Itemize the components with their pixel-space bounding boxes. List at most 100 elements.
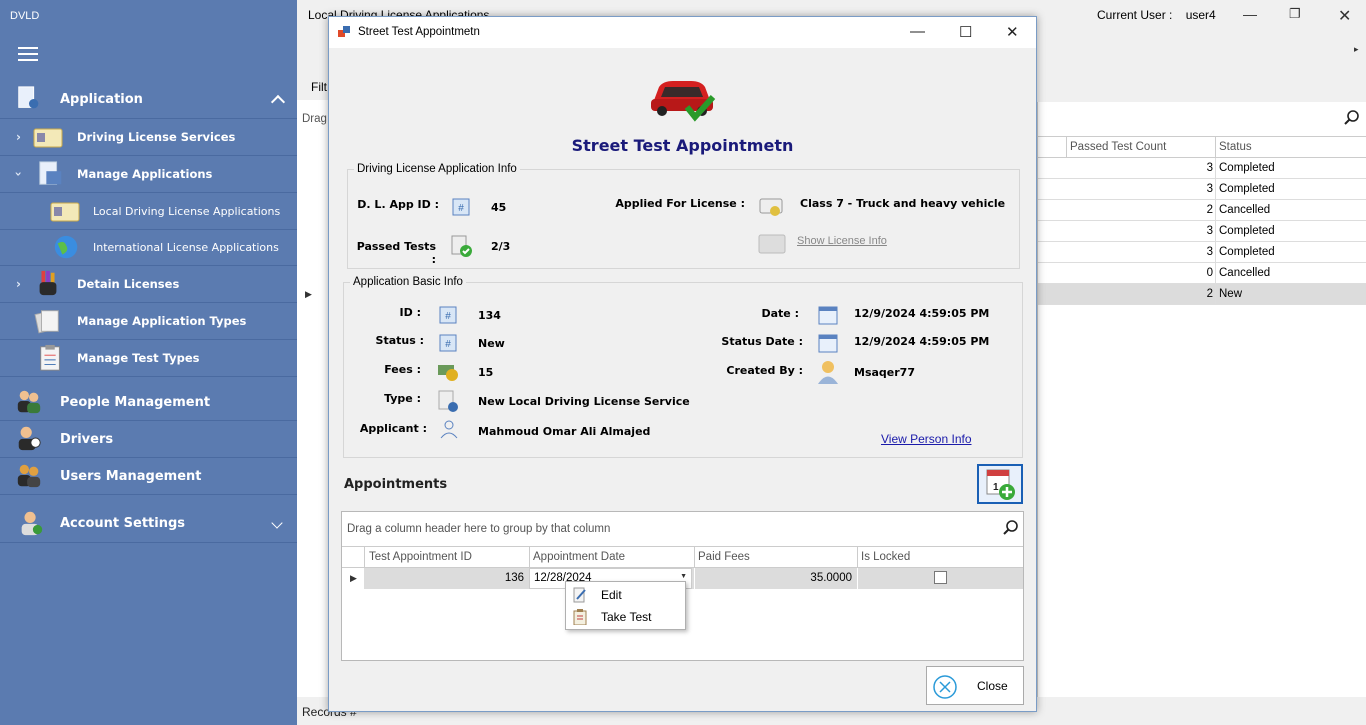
sidebar-item-local-driving-license-applications[interactable]: Local Driving License Applications (0, 193, 297, 230)
type-value: New Local Driving License Service (478, 395, 690, 408)
divider (1215, 137, 1216, 158)
sidebar-item-people-management[interactable]: People Management (0, 384, 297, 421)
applicant-label: Applicant : (359, 422, 427, 435)
divider (1066, 137, 1067, 158)
cell-test-appointment-id: 136 (504, 572, 524, 584)
calendar-icon (818, 306, 838, 325)
chevron-down-icon[interactable]: › (11, 172, 25, 177)
chevron-right-icon[interactable]: › (16, 277, 21, 291)
header-test-appointment-id[interactable]: Test Appointment ID (369, 551, 472, 563)
divider (857, 547, 858, 568)
minimize-icon[interactable]: — (910, 23, 925, 40)
test-clipboard-icon (573, 609, 587, 625)
sidebar-item-drivers[interactable]: Drivers (0, 421, 297, 458)
scroll-arrow-icon[interactable]: ▸ (1354, 44, 1359, 55)
license-info-icon (758, 234, 786, 254)
grid-left-strip: ▶ (297, 100, 329, 697)
table-row[interactable]: 3 Completed (1038, 221, 1366, 242)
search-icon[interactable] (1003, 520, 1019, 536)
date-label: Date : (761, 307, 799, 320)
cell-count: 0 (1206, 267, 1213, 279)
sidebar: DVLD Application › Driving License Servi… (0, 0, 297, 725)
header-passed-test-count[interactable]: Passed Test Count (1070, 141, 1166, 153)
cell-count: 3 (1206, 183, 1213, 195)
menu-item-edit[interactable]: Edit (566, 584, 685, 606)
table-row-selected[interactable]: 2 New (1038, 284, 1366, 305)
close-icon[interactable]: ✕ (1338, 6, 1351, 26)
table-row[interactable]: 3 Completed (1038, 242, 1366, 263)
minimize-icon[interactable]: — (1243, 6, 1257, 22)
calendar-add-icon: 1 (986, 469, 1015, 500)
context-menu: Edit Take Test (565, 581, 686, 630)
table-row[interactable]: 3 Completed (1038, 179, 1366, 200)
divider (529, 547, 530, 568)
group-title: Driving License Application Info (357, 163, 517, 175)
table-row[interactable]: 0 Cancelled (1038, 263, 1366, 284)
divider (1215, 221, 1216, 242)
sidebar-item-manage-applications[interactable]: › Manage Applications (0, 156, 297, 193)
document-user-icon (18, 86, 39, 109)
hamburger-menu-icon[interactable] (18, 47, 38, 61)
id-icon: # (439, 306, 457, 324)
restore-icon[interactable]: ❐ (1289, 6, 1301, 22)
current-user-label: Current User : (1097, 8, 1173, 22)
show-license-info-link[interactable]: Show License Info (797, 235, 887, 247)
app-title: DVLD (10, 10, 40, 22)
cell-count: 3 (1206, 246, 1213, 258)
search-icon[interactable] (1344, 110, 1360, 126)
table-row[interactable]: 2 Cancelled (1038, 200, 1366, 221)
menu-item-take-test[interactable]: Take Test (566, 606, 685, 628)
divider (694, 547, 695, 568)
sidebar-item-detain-licenses[interactable]: › Detain Licenses (0, 266, 297, 303)
clipboard-icon (40, 344, 60, 371)
svg-text:#: # (445, 339, 451, 350)
close-icon[interactable]: ✕ (1006, 23, 1019, 41)
table-row[interactable]: 3 Completed (1038, 158, 1366, 179)
status-icon: # (439, 334, 457, 352)
chevron-down-icon[interactable] (271, 517, 283, 529)
dialog-titlebar[interactable]: Street Test Appointmetn — ☐ ✕ (329, 17, 1036, 48)
sidebar-item-label: Driving License Services (77, 130, 236, 144)
sidebar-item-users-management[interactable]: Users Management (0, 458, 297, 495)
header-appointment-date[interactable]: Appointment Date (533, 551, 625, 563)
status-value: New (478, 337, 505, 350)
app-logo-icon (338, 26, 350, 37)
sidebar-item-label: Users Management (60, 468, 202, 484)
cell-status: Completed (1219, 225, 1275, 237)
applications-grid[interactable]: Passed Test Count Status 3 Completed 3 Com… (1037, 102, 1366, 697)
hand-stop-icon (39, 270, 57, 296)
header-is-locked[interactable]: Is Locked (861, 551, 910, 563)
user-icon (818, 361, 838, 384)
street-test-appointment-dialog: Street Test Appointmetn — ☐ ✕ Street Tes… (328, 16, 1037, 712)
sidebar-item-label: International License Applications (93, 240, 279, 254)
svg-text:1: 1 (993, 482, 999, 493)
sidebar-item-manage-test-types[interactable]: Manage Test Types (0, 340, 297, 377)
header-paid-fees[interactable]: Paid Fees (698, 551, 750, 563)
dropdown-arrow-icon[interactable]: ▼ (680, 573, 687, 580)
sidebar-item-international-license-applications[interactable]: International License Applications (0, 229, 297, 266)
close-button-label: Close (977, 679, 1008, 693)
grid-header: Passed Test Count Status (1038, 136, 1366, 158)
chevron-up-icon[interactable] (270, 94, 286, 110)
menu-item-label: Take Test (601, 610, 652, 624)
is-locked-checkbox[interactable] (934, 571, 947, 584)
chevron-right-icon[interactable]: › (16, 130, 21, 144)
close-button[interactable]: Close (926, 666, 1024, 705)
account-gear-icon (21, 511, 43, 536)
sidebar-item-driving-license-services[interactable]: › Driving License Services (0, 119, 297, 156)
status-label: Status : (375, 334, 424, 347)
cell-count: 2 (1206, 288, 1213, 300)
add-appointment-button[interactable]: 1 (977, 464, 1023, 504)
current-user: Current User : user4 (1097, 8, 1216, 22)
sidebar-item-account-settings[interactable]: Account Settings (0, 505, 297, 543)
person-icon (440, 420, 458, 439)
maximize-icon[interactable]: ☐ (959, 23, 972, 41)
sidebar-item-application[interactable]: Application (0, 81, 297, 119)
header-status[interactable]: Status (1219, 141, 1252, 153)
sidebar-item-label: Detain Licenses (77, 277, 180, 291)
sidebar-item-manage-application-types[interactable]: Manage Application Types (0, 303, 297, 340)
type-label: Type : (384, 392, 421, 405)
view-person-info-link[interactable]: View Person Info (881, 432, 972, 446)
appointments-title: Appointments (344, 477, 448, 492)
divider (1215, 158, 1216, 179)
